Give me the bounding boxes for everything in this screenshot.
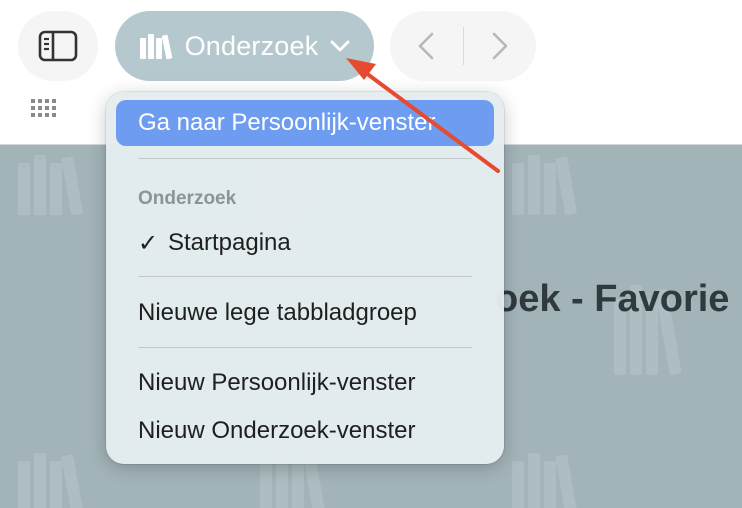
books-watermark-icon: [18, 155, 83, 215]
menu-item-start-page[interactable]: ✓ Startpagina: [116, 220, 494, 266]
tab-group-label: Onderzoek: [184, 30, 319, 61]
back-button[interactable]: [390, 11, 463, 81]
menu-item-go-to-personal-window[interactable]: Ga naar Persoonlijk-venster: [116, 100, 494, 146]
grid-icon[interactable]: [30, 98, 56, 118]
checkmark-icon: ✓: [138, 229, 159, 257]
sidebar-toggle-button[interactable]: [18, 11, 98, 81]
chevron-right-icon: [492, 32, 508, 60]
books-watermark-icon: [512, 453, 577, 508]
menu-separator: [138, 276, 472, 277]
menu-separator: [138, 347, 472, 348]
forward-button[interactable]: [464, 11, 537, 81]
menu-separator: [138, 158, 472, 159]
books-watermark-icon: [512, 155, 577, 215]
menu-item-label: Startpagina: [168, 229, 291, 256]
menu-section-header: Onderzoek: [138, 188, 237, 209]
menu-item-new-empty-tab-group[interactable]: Nieuwe lege tabbladgroep: [116, 290, 494, 336]
menu-item-new-research-window[interactable]: Nieuw Onderzoek-venster: [116, 408, 494, 454]
start-page-title: oek - Favorie: [495, 278, 730, 320]
books-icon: [139, 34, 172, 60]
chevron-down-icon: [331, 40, 350, 52]
navigation-pill: [390, 11, 536, 81]
sidebar-icon: [38, 30, 78, 62]
tab-group-button[interactable]: Onderzoek: [115, 11, 374, 81]
tab-group-menu: Ga naar Persoonlijk-venster Onderzoek ✓ …: [106, 92, 504, 464]
menu-item-new-personal-window[interactable]: Nieuw Persoonlijk-venster: [116, 360, 494, 406]
books-watermark-icon: [18, 453, 83, 508]
chevron-left-icon: [418, 32, 434, 60]
